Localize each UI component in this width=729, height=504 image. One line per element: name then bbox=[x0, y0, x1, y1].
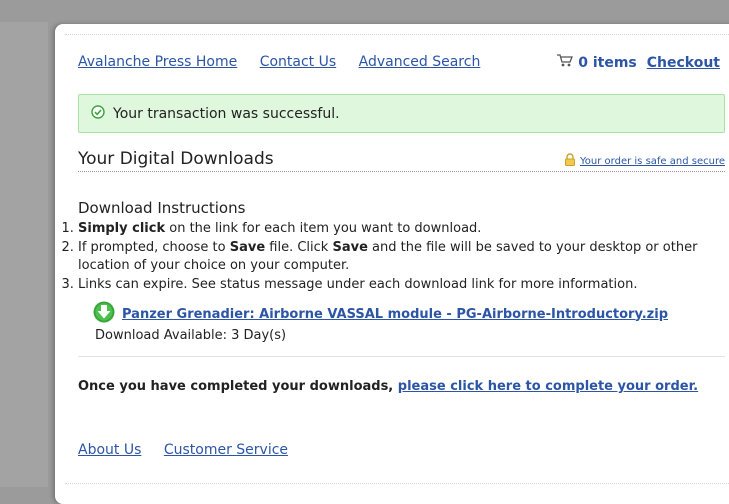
order-safe-notice: Your order is safe and secure bbox=[564, 153, 725, 169]
step1-bold: Simply click bbox=[78, 221, 166, 236]
lock-icon bbox=[564, 153, 576, 169]
instructions-list: Simply click on the link for each item y… bbox=[23, 220, 728, 294]
step2-save-2: Save bbox=[332, 239, 368, 255]
step2-text-b: file. Click bbox=[265, 239, 333, 255]
footer-customer-service-link[interactable]: Customer Service bbox=[164, 442, 288, 458]
instruction-step-3: Links can expire. See status message und… bbox=[78, 276, 728, 295]
bottom-divider bbox=[65, 483, 729, 484]
download-link[interactable]: Panzer Grenadier: Airborne VASSAL module… bbox=[122, 307, 668, 322]
step2-save-1: Save bbox=[229, 239, 266, 255]
order-safe-link[interactable]: Your order is safe and secure bbox=[580, 156, 725, 167]
download-availability: Download Available: 3 Day(s) bbox=[95, 328, 287, 343]
download-item: Panzer Grenadier: Airborne VASSAL module… bbox=[93, 301, 668, 327]
main-panel: Avalanche Press Home Contact Us Advanced… bbox=[55, 24, 729, 504]
cart-items-count[interactable]: 0 items bbox=[578, 55, 637, 71]
step1-text: on the link for each item you want to do… bbox=[165, 221, 482, 236]
nav-advanced-search-link[interactable]: Advanced Search bbox=[359, 54, 481, 70]
cart-summary: 0 items Checkout bbox=[556, 54, 720, 71]
step3-text: Links can expire. See status message und… bbox=[78, 276, 638, 292]
title-divider bbox=[78, 171, 725, 172]
instruction-step-2: If prompted, choose to Save file. Click … bbox=[78, 239, 728, 276]
instruction-step-1: Simply click on the link for each item y… bbox=[78, 220, 728, 239]
check-circle-icon bbox=[91, 104, 105, 123]
success-message: Your transaction was successful. bbox=[113, 105, 340, 122]
complete-order-link[interactable]: please click here to complete your order… bbox=[398, 379, 698, 394]
complete-order-text: Once you have completed your downloads, … bbox=[78, 379, 698, 394]
complete-order-lead: Once you have completed your downloads, bbox=[78, 379, 398, 394]
footer-nav: About Us Customer Service bbox=[78, 442, 306, 458]
page-title: Your Digital Downloads bbox=[78, 149, 274, 169]
download-divider bbox=[78, 356, 725, 357]
footer-about-link[interactable]: About Us bbox=[78, 442, 141, 458]
step2-text-a: If prompted, choose to bbox=[78, 239, 230, 255]
cart-icon[interactable] bbox=[556, 54, 574, 71]
nav-home-link[interactable]: Avalanche Press Home bbox=[78, 54, 237, 70]
nav-contact-link[interactable]: Contact Us bbox=[260, 54, 336, 70]
top-nav: Avalanche Press Home Contact Us Advanced… bbox=[78, 54, 498, 70]
top-divider bbox=[65, 34, 729, 35]
success-alert: Your transaction was successful. bbox=[78, 94, 725, 133]
checkout-link[interactable]: Checkout bbox=[647, 55, 720, 71]
download-arrow-icon[interactable] bbox=[93, 301, 115, 327]
instructions-heading: Download Instructions bbox=[78, 199, 246, 217]
